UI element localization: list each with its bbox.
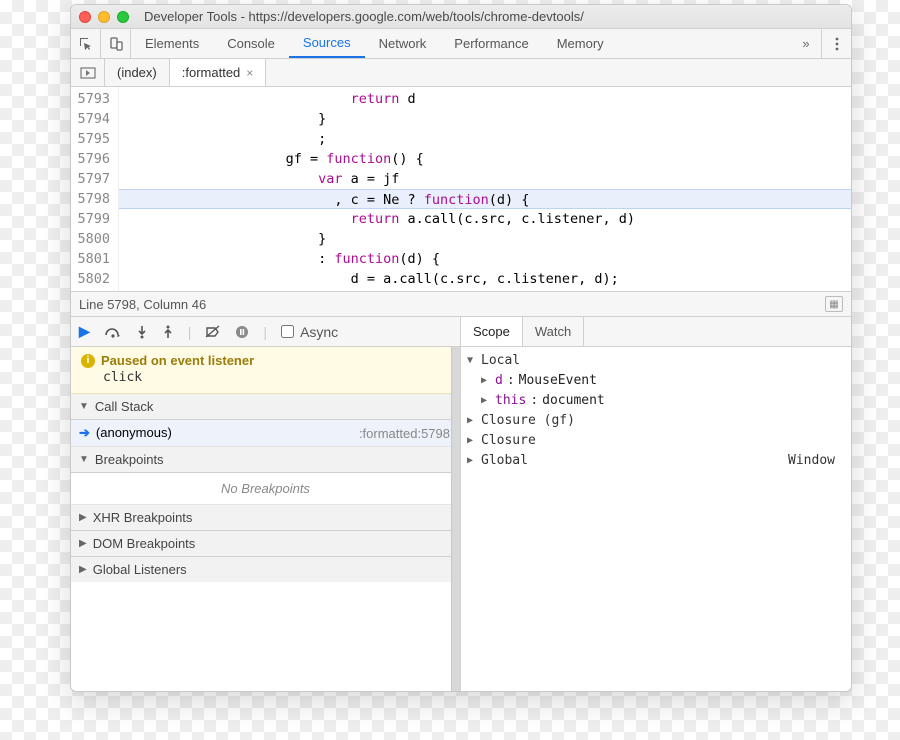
line-number[interactable]: 5796 [77,149,110,169]
line-number[interactable]: 5794 [77,109,110,129]
panel-tab-sources[interactable]: Sources [289,29,365,58]
callstack-frame[interactable]: ➔(anonymous):formatted:5798 [71,420,460,447]
breakpoints-label: Breakpoints [95,452,164,467]
debugger-split: ▶ | | Async [71,317,851,691]
async-label: Async [300,324,338,340]
line-number[interactable]: 5797 [77,169,110,189]
file-tab[interactable]: (index) [105,59,170,86]
line-number[interactable]: 5798 [77,189,110,209]
panel-tab-elements[interactable]: Elements [131,29,213,58]
coverage-toggle-icon[interactable]: ▦ [825,296,843,312]
code-line: d = a.call(c.src, c.listener, d); [119,269,851,289]
panel-tab-console[interactable]: Console [213,29,289,58]
scope-local[interactable]: ▼Local [467,351,845,371]
step-into-icon[interactable] [136,325,148,339]
paused-title: Paused on event listener [101,353,254,368]
chevron-right-icon: ▶ [79,564,87,575]
line-number[interactable]: 5800 [77,229,110,249]
breakpoints-section-header[interactable]: ▼ Breakpoints [71,447,460,473]
xhr-breakpoints-header[interactable]: ▶ XHR Breakpoints [71,505,460,531]
panel-tab-network[interactable]: Network [365,29,441,58]
code-line: var a = jf [119,169,851,189]
scope-pane: ScopeWatch ▼Local▶d: MouseEvent▶this: do… [461,317,851,691]
code-editor[interactable]: 5793579457955796579757985799580058015802… [71,87,851,291]
devtools-window: Developer Tools - https://developers.goo… [70,4,852,692]
file-tabbar: (index) :formatted × [71,59,851,87]
scope-var[interactable]: ▶d: MouseEvent [467,371,845,391]
debugger-left-pane: ▶ | | Async [71,317,461,691]
scope-var[interactable]: ▶this: document [467,391,845,411]
resume-icon[interactable]: ▶ [79,323,90,340]
no-breakpoints-message: No Breakpoints [71,473,460,505]
code-line: : function(d) { [119,249,851,269]
window-controls [79,11,129,23]
global-listeners-label: Global Listeners [93,562,187,577]
async-checkbox[interactable]: Async [281,324,338,340]
file-tab-label: :formatted [182,65,241,80]
scope-tab-watch[interactable]: Watch [523,317,584,346]
global-listeners-header[interactable]: ▶ Global Listeners [71,557,460,582]
chevron-down-icon: ▼ [79,454,89,465]
step-over-icon[interactable] [104,325,122,339]
code-line: } [119,109,851,129]
code-line: return d [119,89,851,109]
dom-breakpoints-label: DOM Breakpoints [93,536,196,551]
panel-tabbar: ElementsConsoleSourcesNetworkPerformance… [71,29,851,59]
line-gutter: 5793579457955796579757985799580058015802 [71,87,119,291]
code-lines: return d } ; gf = function() { var a = j… [119,87,851,291]
scope-tab-scope[interactable]: Scope [461,317,523,346]
panel-tab-memory[interactable]: Memory [543,29,618,58]
chevron-right-icon: ▶ [79,512,87,523]
xhr-breakpoints-label: XHR Breakpoints [93,510,193,525]
callstack-label: Call Stack [95,399,154,414]
paused-banner: i Paused on event listener click [71,347,460,394]
show-navigator-icon[interactable] [71,59,105,86]
scope-tree[interactable]: ▼Local▶d: MouseEvent▶this: document▶Clos… [461,347,851,475]
inspect-element-icon[interactable] [71,29,101,58]
device-toolbar-icon[interactable] [101,29,131,58]
code-line: return a.call(c.src, c.listener, d) [119,209,851,229]
editor-statusbar: Line 5798, Column 46 ▦ [71,291,851,317]
debugger-toolbar: ▶ | | Async [71,317,460,347]
panel-tab-performance[interactable]: Performance [440,29,542,58]
scope-global[interactable]: ▶GlobalWindow [467,451,845,471]
code-line: gf = function() { [119,149,851,169]
deactivate-breakpoints-icon[interactable] [205,325,221,339]
pause-exceptions-icon[interactable] [235,325,249,339]
minimize-window-button[interactable] [98,11,110,23]
code-line: , c = Ne ? function(d) { [119,189,851,209]
chevron-down-icon: ▼ [79,401,89,412]
dom-breakpoints-header[interactable]: ▶ DOM Breakpoints [71,531,460,557]
chevron-right-icon: ▶ [79,538,87,549]
scope-closure[interactable]: ▶Closure (gf) [467,411,845,431]
line-number[interactable]: 5801 [77,249,110,269]
file-tab-label: (index) [117,65,157,80]
line-number[interactable]: 5793 [77,89,110,109]
line-number[interactable]: 5799 [77,209,110,229]
code-line: } [119,229,851,249]
line-number[interactable]: 5802 [77,269,110,289]
more-tabs-icon[interactable]: » [791,29,821,58]
step-out-icon[interactable] [162,325,174,339]
window-title: Developer Tools - https://developers.goo… [144,9,584,24]
scope-closure[interactable]: ▶Closure [467,431,845,451]
zoom-window-button[interactable] [117,11,129,23]
scope-tabbar: ScopeWatch [461,317,851,347]
paused-detail: click [81,370,450,385]
line-number[interactable]: 5795 [77,129,110,149]
code-line: ; [119,129,851,149]
close-window-button[interactable] [79,11,91,23]
cursor-position: Line 5798, Column 46 [79,297,206,312]
callstack-section-header[interactable]: ▼ Call Stack [71,394,460,420]
file-tab[interactable]: :formatted × [170,59,267,86]
kebab-menu-icon[interactable] [821,29,851,58]
close-icon[interactable]: × [246,66,253,80]
titlebar: Developer Tools - https://developers.goo… [71,5,851,29]
info-icon: i [81,354,95,368]
